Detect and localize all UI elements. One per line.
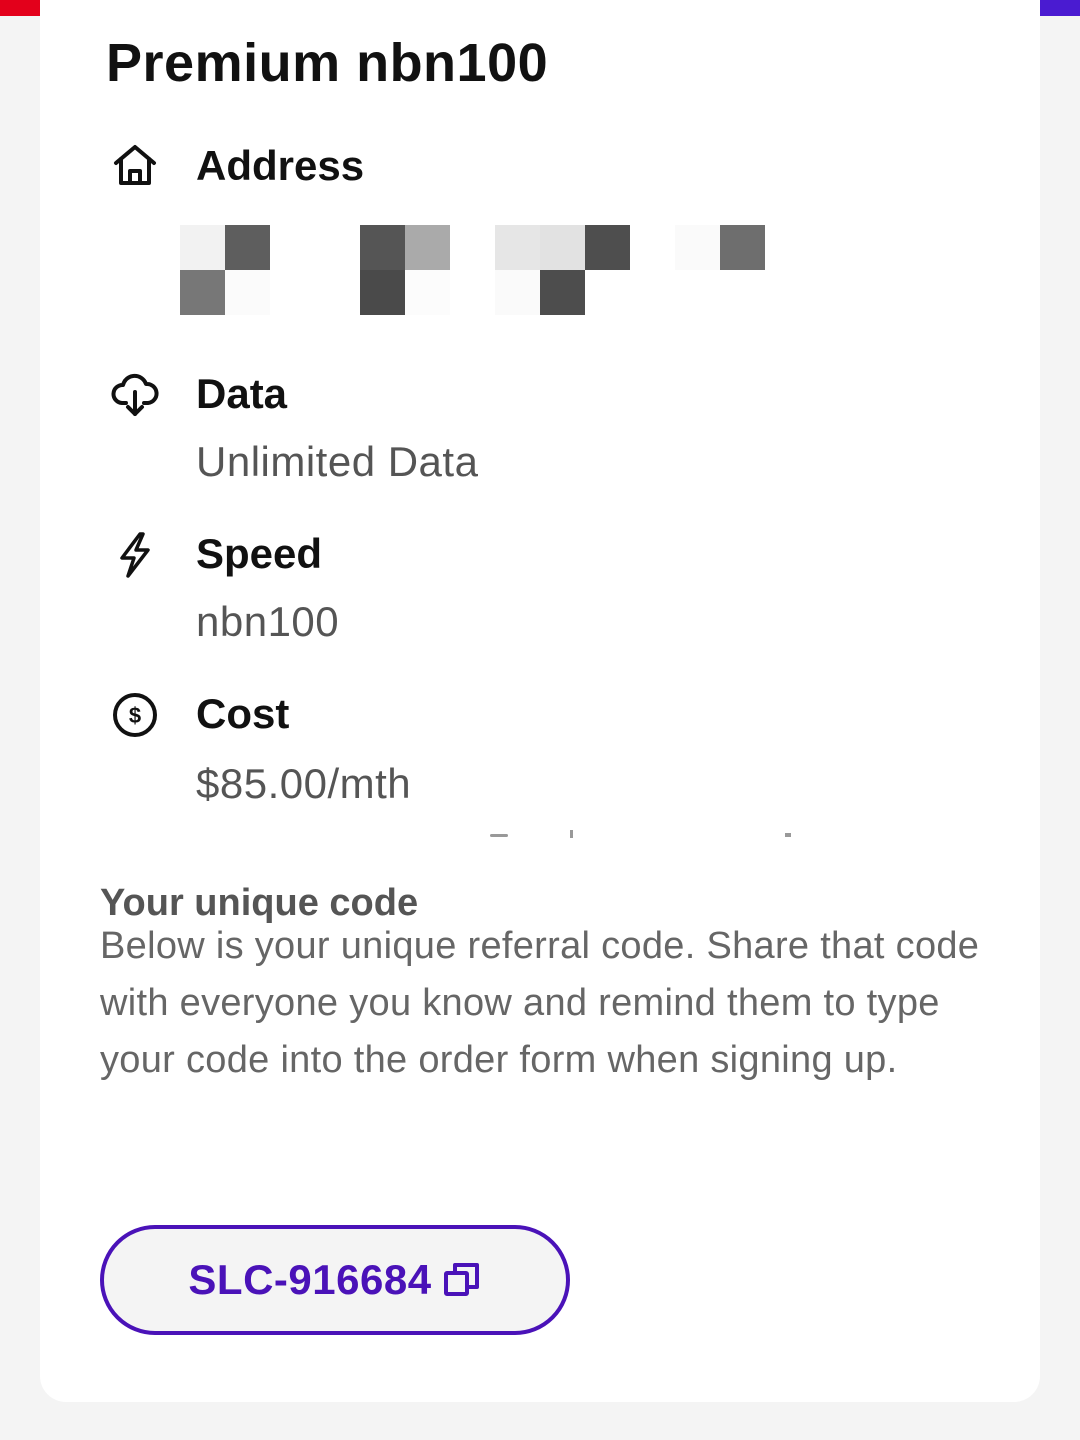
cost-value: $85.00/mth <box>196 760 412 807</box>
brand-stripe-red <box>0 0 40 16</box>
plan-title: Premium nbn100 <box>106 33 549 93</box>
cost-label: Cost <box>196 690 290 737</box>
copy-referral-code-button[interactable]: SLC-916684 <box>100 1225 570 1335</box>
home-icon <box>110 140 160 190</box>
lightning-icon <box>110 530 160 580</box>
copy-icon <box>442 1260 482 1300</box>
speed-label: Speed <box>196 530 323 577</box>
dollar-circle-icon: $ <box>110 690 160 740</box>
address-label: Address <box>196 142 365 189</box>
data-value: Unlimited Data <box>196 438 479 485</box>
referral-description: Below is your unique referral code. Shar… <box>100 925 980 1081</box>
referral-code: SLC-916684 <box>188 1256 432 1303</box>
plan-card: Premium nbn100 Address Data Unlimited Da… <box>40 0 1040 1402</box>
cloud-download-icon <box>110 370 160 420</box>
brand-stripe-purple <box>1040 0 1080 16</box>
speed-value: nbn100 <box>196 598 340 645</box>
clipped-text-fragment <box>440 830 791 838</box>
redacted-address <box>180 225 770 315</box>
svg-text:$: $ <box>129 703 141 728</box>
data-label: Data <box>196 370 288 417</box>
